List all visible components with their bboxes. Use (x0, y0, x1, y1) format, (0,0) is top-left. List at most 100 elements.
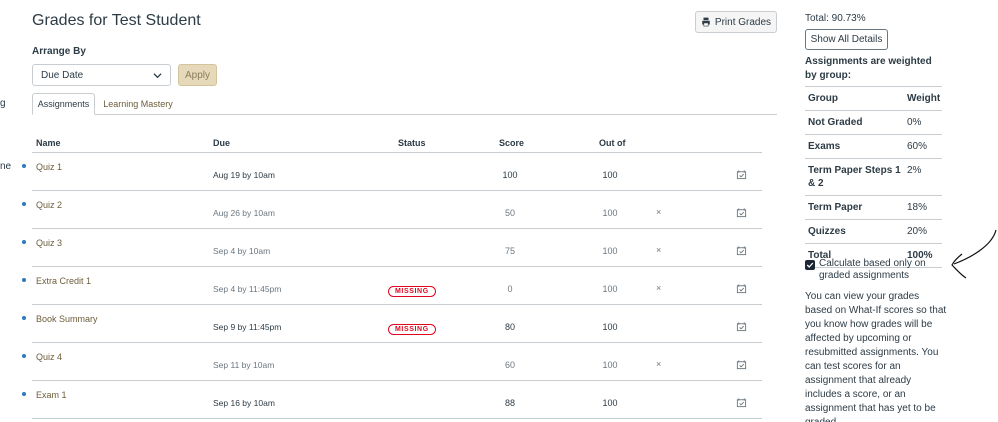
assignment-due-date: Sep 16 by 10am (213, 398, 275, 408)
assignment-score[interactable]: 100 (480, 170, 540, 180)
table-row: Extra Credit 1 Sep 4 by 11:45pm MISSING 0 10… (0, 267, 762, 305)
assignment-out-of: 100 (602, 360, 618, 370)
weights-value: 18% (907, 202, 928, 213)
assignment-out-of: 100 (602, 322, 618, 332)
calculate-graded-only-label: Calculate based only on graded assignmen… (819, 258, 926, 281)
print-grades-label: Print Grades (714, 16, 772, 28)
column-header-status: Status (398, 138, 426, 148)
assignment-due-date: Aug 19 by 10am (213, 170, 275, 180)
assignment-score[interactable]: 80 (480, 322, 540, 332)
weights-header-group: Group (808, 93, 838, 104)
assignment-name-link[interactable]: Book Summary (36, 314, 98, 324)
unread-dot-icon (22, 240, 26, 244)
weights-header-weight: Weight (907, 93, 941, 104)
assignment-out-of: 100 (602, 398, 618, 408)
unread-dot-icon (22, 164, 26, 168)
calculate-graded-only-option[interactable]: Calculate based only on graded assignmen… (805, 258, 950, 282)
weights-header-row: Group Weight (805, 86, 942, 110)
tab-assignments[interactable]: Assignments (32, 93, 95, 115)
unread-dot-icon (22, 202, 26, 206)
row-divider (32, 418, 762, 419)
weights-value: 60% (907, 141, 928, 152)
muted-indicator-icon: × (656, 245, 662, 255)
missing-status-badge: MISSING (388, 324, 436, 335)
assignment-name-link[interactable]: Quiz 1 (36, 162, 62, 172)
assignment-name-link[interactable]: Quiz 3 (36, 238, 62, 248)
assignment-score[interactable]: 88 (480, 398, 540, 408)
weights-row: Term Paper Steps 1 & 2 2% (805, 158, 942, 195)
assignment-name-link[interactable]: Exam 1 (36, 390, 67, 400)
weights-group: Exams (808, 141, 841, 152)
assignment-due-date: Aug 26 by 10am (213, 208, 275, 218)
weights-value: 0% (907, 117, 922, 128)
assignment-out-of: 100 (602, 246, 618, 256)
weights-row: Quizzes 20% (805, 219, 942, 243)
table-row: Quiz 3 Sep 4 by 10am 75 100 × (0, 229, 762, 267)
table-row: Quiz 2 Aug 26 by 10am 50 100 × (0, 191, 762, 229)
rubric-details-icon[interactable] (736, 207, 747, 218)
weights-table: Group Weight Not Graded 0% Exams 60% Ter… (805, 86, 942, 268)
table-row: Book Summary Sep 9 by 11:45pm MISSING 80 100 (0, 305, 762, 343)
rubric-details-icon[interactable] (736, 397, 747, 408)
hand-drawn-arrow-annotation (951, 229, 997, 279)
assignment-due-date: Sep 4 by 10am (213, 246, 271, 256)
rubric-details-icon[interactable] (736, 283, 747, 294)
column-header-score: Score (499, 138, 525, 148)
unread-dot-icon (22, 392, 26, 396)
column-header-name: Name (36, 138, 61, 148)
weights-value: 20% (907, 226, 928, 237)
calculate-graded-only-checkbox[interactable] (805, 260, 815, 270)
weights-row: Exams 60% (805, 134, 942, 158)
muted-indicator-icon: × (656, 207, 662, 217)
status-cell: MISSING (388, 280, 436, 298)
print-grades-button[interactable]: Print Grades (695, 11, 777, 33)
rubric-details-icon[interactable] (736, 245, 747, 256)
assignment-due-date: Sep 4 by 11:45pm (213, 284, 282, 294)
assignment-out-of: 100 (602, 284, 618, 294)
assignment-score[interactable]: 50 (480, 208, 540, 218)
muted-indicator-icon: × (656, 283, 662, 293)
rubric-details-icon[interactable] (736, 169, 747, 180)
column-header-out-of: Out of (599, 138, 626, 148)
apply-button[interactable]: Apply (178, 64, 217, 86)
assignment-name-link[interactable]: Extra Credit 1 (36, 276, 91, 286)
weights-group: Not Graded (808, 117, 863, 128)
printer-icon (702, 17, 710, 27)
show-all-details-button[interactable]: Show All Details (805, 29, 888, 50)
muted-indicator-icon: × (656, 359, 662, 369)
assignment-name-link[interactable]: Quiz 2 (36, 200, 62, 210)
page-title: Grades for Test Student (32, 12, 201, 29)
rubric-details-icon[interactable] (736, 321, 747, 332)
unread-dot-icon (22, 354, 26, 358)
arrange-by-value: Due Date (41, 69, 84, 81)
assignment-score[interactable]: 60 (480, 360, 540, 370)
tab-learning-mastery[interactable]: Learning Mastery (98, 93, 178, 115)
weights-value: 2% (907, 165, 922, 176)
cut-off-nav-text: g (0, 98, 6, 109)
grade-tabs: Assignments Learning Mastery (32, 93, 777, 115)
assignment-due-date: Sep 9 by 11:45pm (213, 322, 282, 332)
table-row: Quiz 1 Aug 19 by 10am 100 100 (0, 153, 762, 191)
table-row: Exam 1 Sep 16 by 10am 88 100 (0, 381, 762, 419)
weights-group: Term Paper (808, 202, 863, 213)
assignment-name-link[interactable]: Quiz 4 (36, 352, 62, 362)
assignment-out-of: 100 (602, 170, 618, 180)
weights-row: Term Paper 18% (805, 195, 942, 219)
checkmark-icon (806, 262, 814, 268)
weights-group: Term Paper Steps 1 & 2 (808, 165, 901, 189)
assignment-score[interactable]: 0 (480, 284, 540, 294)
unread-dot-icon (22, 316, 26, 320)
weighted-heading: Assignments are weighted by group: (805, 56, 932, 81)
status-cell: MISSING (388, 318, 436, 336)
assignment-score[interactable]: 75 (480, 246, 540, 256)
unread-dot-icon (22, 278, 26, 282)
arrange-by-select[interactable]: Due Date (32, 64, 171, 86)
missing-status-badge: MISSING (388, 286, 436, 297)
arrange-by-label: Arrange By (32, 46, 86, 57)
weights-group: Quizzes (808, 226, 846, 237)
column-header-due: Due (213, 138, 231, 148)
assignment-out-of: 100 (602, 208, 618, 218)
assignment-due-date: Sep 11 by 10am (213, 360, 275, 370)
chevron-down-icon (153, 72, 162, 78)
rubric-details-icon[interactable] (736, 359, 747, 370)
